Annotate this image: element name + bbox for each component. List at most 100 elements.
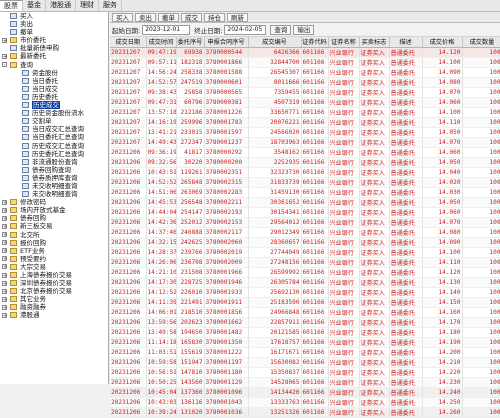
table-row[interactable]: 20231206 10:56:51 147810 3780001180 15350837… — [110, 367, 500, 378]
tree-item[interactable]: 历史资金股份流水 — [0, 109, 108, 117]
tab-3[interactable]: 理财 — [76, 0, 99, 11]
tree-item[interactable]: - 查询 — [0, 61, 108, 69]
toolbar-button-0[interactable]: 买入 — [112, 12, 133, 22]
table-row[interactable]: 20231206 10:59:58 151947 3780001197 15630082… — [110, 357, 500, 368]
table-row[interactable]: 20231206 14:51:06 263069 3780002283 31459130… — [110, 187, 500, 198]
collapse-icon[interactable]: - — [2, 62, 7, 68]
start-date-input[interactable] — [142, 24, 191, 35]
tree-item[interactable]: 当日成交 — [0, 85, 108, 93]
tab-2[interactable]: 港股通 — [46, 0, 76, 11]
table-row[interactable]: 20231207 14:56:24 258338 3780001588 26545307… — [110, 67, 500, 78]
table-row[interactable]: 20231206 14:52:52 265848 3780002315 31833739… — [110, 177, 500, 188]
tree-item[interactable]: 历史成交汇总查询 — [0, 142, 108, 150]
tab-1[interactable]: 基金 — [23, 0, 46, 11]
table-row[interactable]: 20231206 14:06:01 218510 3780001856 24966848… — [110, 307, 500, 318]
toolbar-button-4[interactable]: 持仓 — [204, 12, 225, 22]
tree-item[interactable]: + ETF业务 — [0, 247, 108, 255]
table-row[interactable]: 20231206 14:37:46 246888 3780002117 29012349… — [110, 227, 500, 238]
table-row[interactable]: 20231206 10:50:25 143560 3780001129 14528065… — [110, 377, 500, 388]
table-row[interactable]: 20231207 13:41:21 233015 3780001597 24566020… — [110, 127, 500, 138]
table-row[interactable]: 20231206 14:17:30 228725 3780001946 26305784… — [110, 277, 500, 288]
table-row[interactable]: 20231206 09:32:56 30220 3780000200 2252935 60… — [110, 157, 500, 168]
tree-item[interactable]: 债券回购查询 — [0, 166, 108, 174]
table-row[interactable]: 20231206 13:59:56 202623 3780001662 22857911… — [110, 317, 500, 328]
column-header[interactable]: 委托序号 — [176, 37, 205, 48]
table-row[interactable]: 20231206 09:36:19 41817 3780000292 3548162 60… — [110, 147, 500, 158]
expand-icon[interactable]: + — [2, 264, 7, 270]
expand-icon[interactable]: + — [2, 53, 7, 59]
column-header[interactable]: 买卖标志 — [359, 37, 390, 48]
table-row[interactable]: 20231206 10:43:03 136116 3780001043 13333763… — [110, 397, 500, 408]
expand-icon[interactable]: + — [2, 223, 7, 229]
tab-0[interactable]: 股票 — [0, 0, 23, 11]
tree-item[interactable]: 债券质押库查询 — [0, 174, 108, 182]
tree-item[interactable]: 买入 — [0, 12, 108, 20]
tree-item[interactable]: 卖出 — [0, 20, 108, 28]
table-row[interactable]: 20231206 10:43:51 119261 3780002351 32323730… — [110, 167, 500, 178]
column-header[interactable]: 证券名称 — [328, 37, 360, 48]
tree-item[interactable]: 历史成交 — [0, 101, 108, 110]
tree-item[interactable]: + 其它业务 — [0, 295, 108, 303]
table-row[interactable]: 20231206 11:14:18 165830 3780001350 17618757… — [110, 337, 500, 348]
table-row[interactable]: 20231207 14:16:19 259996 3780001783 20076221… — [110, 117, 500, 128]
expand-icon[interactable]: + — [2, 215, 7, 221]
expand-icon[interactable]: + — [2, 280, 7, 286]
tree-item[interactable]: + 债券回购 — [0, 214, 108, 222]
table-row[interactable]: 20231206 14:21:10 231508 3780001966 26599992… — [110, 267, 500, 278]
table-row[interactable]: 20231207 09:47:31 60796 3780000381 4507319 60… — [110, 97, 500, 108]
column-header[interactable]: 成交时间 — [146, 37, 177, 48]
toolbar-button-2[interactable]: 撤单 — [158, 12, 179, 22]
toolbar-button-5[interactable]: 刷新 — [227, 12, 248, 22]
expand-icon[interactable]: + — [2, 304, 7, 310]
tree-item[interactable]: + 大宗交易 — [0, 263, 108, 271]
table-row[interactable]: 20231207 09:57:11 182318 3780001866 32844700… — [110, 57, 500, 68]
table-row[interactable]: 20231206 14:12:52 226010 3780001933 25692130… — [110, 287, 500, 298]
table-row[interactable]: 20231207 14:52:57 247519 3780000601 8011666 6… — [110, 77, 500, 88]
expand-icon[interactable]: + — [2, 240, 7, 246]
column-header[interactable]: 成交价格 — [422, 37, 463, 48]
toolbar-button-3[interactable]: 成交 — [181, 12, 202, 22]
tree-item[interactable]: + 港股通 — [0, 311, 108, 319]
table-row[interactable]: 20231206 14:42:36 252012 3780002153 29564012… — [110, 217, 500, 228]
expand-icon[interactable]: + — [2, 312, 7, 318]
tree-item[interactable]: 未交收明细查询 — [0, 182, 108, 190]
column-header[interactable]: 证券代码 — [301, 37, 329, 48]
table-row[interactable]: 20231206 14:26:06 236708 3780002009 27248156… — [110, 257, 500, 268]
column-header[interactable]: 描述 — [389, 37, 423, 48]
tree-item[interactable]: 批量新债申购 — [0, 44, 108, 52]
expand-icon[interactable]: + — [2, 37, 7, 43]
column-header[interactable]: 成交数量 — [462, 37, 500, 48]
column-header[interactable]: 成交日期 — [110, 37, 147, 48]
tree-item[interactable]: + 北交所 — [0, 231, 108, 239]
table-row[interactable]: 20231207 14:49:43 272347 3780001237 18703963… — [110, 137, 500, 148]
tree-item[interactable]: + 最新委托 — [0, 52, 108, 60]
export-button[interactable]: 输出 — [293, 24, 315, 35]
table-row[interactable]: 20231206 14:32:15 242625 3780002060 28360657… — [110, 237, 500, 248]
tree-item[interactable]: + 深圳债券报价交易 — [0, 279, 108, 287]
end-date-input[interactable] — [224, 24, 267, 35]
table-row[interactable]: 20231206 10:45:04 137360 3780001096 14134426… — [110, 387, 500, 398]
table-row[interactable]: 20231206 14:45:53 256548 3780002211 30361652… — [110, 197, 500, 208]
table-row[interactable]: 20231206 14:11:39 221491 3780001911 25183590… — [110, 297, 500, 308]
expand-icon[interactable]: + — [2, 288, 7, 294]
column-header[interactable]: 成交编号 — [248, 37, 302, 48]
toolbar-button-1[interactable]: 卖出 — [135, 12, 156, 22]
expand-icon[interactable]: + — [2, 248, 7, 254]
table-row[interactable]: 20231206 10:39:24 131020 3780001036 13251326… — [110, 407, 500, 418]
tree-item[interactable]: 撤单 — [0, 28, 108, 36]
tree-item[interactable]: 历史委托汇总查询 — [0, 150, 108, 158]
expand-icon[interactable]: + — [2, 272, 7, 278]
tree-item[interactable]: + 上海债券报价交易 — [0, 271, 108, 279]
expand-icon[interactable]: + — [2, 199, 7, 205]
tree-item[interactable]: + 报价回购 — [0, 239, 108, 247]
table-row[interactable]: 20231206 13:49:58 194650 3780001482 20121585… — [110, 327, 500, 338]
expand-icon[interactable]: + — [2, 207, 7, 213]
expand-icon[interactable]: + — [2, 296, 7, 302]
tree-item[interactable]: + 场内开放式基金 — [0, 206, 108, 214]
table-row[interactable]: 20231207 13:57:18 212186 3780001226 33650771… — [110, 107, 500, 118]
tree-item[interactable]: + 新三板交易 — [0, 222, 108, 230]
tree-item[interactable]: 当日委托汇总查询 — [0, 133, 108, 141]
query-button[interactable]: 查询 — [270, 24, 292, 35]
tab-4[interactable]: 服务 — [99, 0, 122, 11]
column-header[interactable]: 申报合同序号 — [204, 37, 249, 48]
